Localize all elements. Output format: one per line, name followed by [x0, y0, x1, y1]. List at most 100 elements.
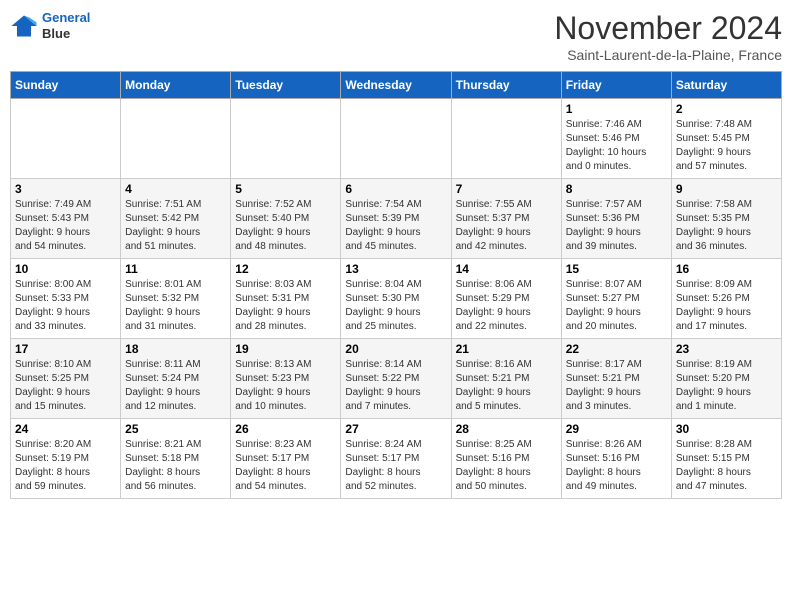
day-info: Sunrise: 8:01 AM Sunset: 5:32 PM Dayligh…	[125, 278, 226, 334]
calendar-day-cell: 19 Sunrise: 8:13 AM Sunset: 5:23 PM Dayli…	[231, 339, 341, 419]
day-info: Sunrise: 8:25 AM Sunset: 5:16 PM Dayligh…	[456, 438, 557, 494]
calendar-day-cell: 2Sunrise: 7:48 AM Sunset: 5:45 PM Daylig…	[671, 99, 781, 179]
calendar-week-row: 10 Sunrise: 8:00 AM Sunset: 5:33 PM Dayli…	[11, 259, 782, 339]
calendar-day-cell: 30 Sunrise: 8:28 AM Sunset: 5:15 PM Dayli…	[671, 419, 781, 499]
day-number: 13	[345, 262, 446, 276]
calendar-day-cell: 1 Sunrise: 7:46 AM Sunset: 5:46 PM Daylig…	[561, 99, 671, 179]
calendar-day-cell: 3 Sunrise: 7:49 AM Sunset: 5:43 PM Daylig…	[11, 179, 121, 259]
calendar-week-row: 17 Sunrise: 8:10 AM Sunset: 5:25 PM Dayli…	[11, 339, 782, 419]
calendar-day-cell: 12Sunrise: 8:03 AM Sunset: 5:31 PM Dayli…	[231, 259, 341, 339]
calendar-week-row: 3 Sunrise: 7:49 AM Sunset: 5:43 PM Daylig…	[11, 179, 782, 259]
day-number: 22	[566, 342, 667, 356]
day-info: Sunrise: 8:26 AM Sunset: 5:16 PM Dayligh…	[566, 438, 667, 494]
calendar-table: SundayMondayTuesdayWednesdayThursdayFrid…	[10, 71, 782, 499]
calendar-week-row: 24Sunrise: 8:20 AM Sunset: 5:19 PM Dayli…	[11, 419, 782, 499]
day-info: Sunrise: 8:23 AM Sunset: 5:17 PM Dayligh…	[235, 438, 336, 494]
day-number: 30	[676, 422, 777, 436]
day-info: Sunrise: 8:03 AM Sunset: 5:31 PM Dayligh…	[235, 278, 336, 334]
header: General Blue November 2024 Saint-Laurent…	[10, 10, 782, 63]
day-number: 26	[235, 422, 336, 436]
day-number: 6	[345, 182, 446, 196]
day-number: 3	[15, 182, 116, 196]
day-info: Sunrise: 8:16 AM Sunset: 5:21 PM Dayligh…	[456, 358, 557, 414]
day-number: 25	[125, 422, 226, 436]
calendar-day-cell: 28 Sunrise: 8:25 AM Sunset: 5:16 PM Dayli…	[451, 419, 561, 499]
calendar-header-row: SundayMondayTuesdayWednesdayThursdayFrid…	[11, 72, 782, 99]
day-number: 11	[125, 262, 226, 276]
day-info: Sunrise: 7:58 AM Sunset: 5:35 PM Dayligh…	[676, 198, 777, 254]
calendar-day-cell: 10 Sunrise: 8:00 AM Sunset: 5:33 PM Dayli…	[11, 259, 121, 339]
day-number: 27	[345, 422, 446, 436]
calendar-day-cell: 23 Sunrise: 8:19 AM Sunset: 5:20 PM Dayli…	[671, 339, 781, 419]
day-number: 28	[456, 422, 557, 436]
calendar-day-cell: 26 Sunrise: 8:23 AM Sunset: 5:17 PM Dayli…	[231, 419, 341, 499]
logo-text-blue: Blue	[42, 26, 70, 41]
location-subtitle: Saint-Laurent-de-la-Plaine, France	[554, 47, 782, 63]
calendar-day-cell: 29 Sunrise: 8:26 AM Sunset: 5:16 PM Dayli…	[561, 419, 671, 499]
calendar-day-cell: 11 Sunrise: 8:01 AM Sunset: 5:32 PM Dayli…	[121, 259, 231, 339]
day-number: 24	[15, 422, 116, 436]
calendar-day-cell: 7Sunrise: 7:55 AM Sunset: 5:37 PM Daylig…	[451, 179, 561, 259]
day-number: 23	[676, 342, 777, 356]
day-info: Sunrise: 8:00 AM Sunset: 5:33 PM Dayligh…	[15, 278, 116, 334]
day-info: Sunrise: 8:24 AM Sunset: 5:17 PM Dayligh…	[345, 438, 446, 494]
day-number: 4	[125, 182, 226, 196]
day-info: Sunrise: 7:51 AM Sunset: 5:42 PM Dayligh…	[125, 198, 226, 254]
calendar-day-cell	[451, 99, 561, 179]
calendar-day-cell: 9 Sunrise: 7:58 AM Sunset: 5:35 PM Daylig…	[671, 179, 781, 259]
calendar-day-cell: 24Sunrise: 8:20 AM Sunset: 5:19 PM Dayli…	[11, 419, 121, 499]
day-info: Sunrise: 8:21 AM Sunset: 5:18 PM Dayligh…	[125, 438, 226, 494]
day-info: Sunrise: 8:10 AM Sunset: 5:25 PM Dayligh…	[15, 358, 116, 414]
day-number: 10	[15, 262, 116, 276]
day-number: 5	[235, 182, 336, 196]
logo: General Blue	[10, 10, 90, 41]
calendar-day-cell: 27 Sunrise: 8:24 AM Sunset: 5:17 PM Dayli…	[341, 419, 451, 499]
day-info: Sunrise: 8:19 AM Sunset: 5:20 PM Dayligh…	[676, 358, 777, 414]
day-number: 20	[345, 342, 446, 356]
day-number: 17	[15, 342, 116, 356]
day-info: Sunrise: 8:11 AM Sunset: 5:24 PM Dayligh…	[125, 358, 226, 414]
calendar-day-cell: 22Sunrise: 8:17 AM Sunset: 5:21 PM Dayli…	[561, 339, 671, 419]
logo-text-general: General	[42, 10, 90, 25]
day-info: Sunrise: 7:46 AM Sunset: 5:46 PM Dayligh…	[566, 118, 667, 174]
day-header-friday: Friday	[561, 72, 671, 99]
day-number: 9	[676, 182, 777, 196]
calendar-day-cell: 20 Sunrise: 8:14 AM Sunset: 5:22 PM Dayli…	[341, 339, 451, 419]
day-info: Sunrise: 8:28 AM Sunset: 5:15 PM Dayligh…	[676, 438, 777, 494]
day-info: Sunrise: 7:52 AM Sunset: 5:40 PM Dayligh…	[235, 198, 336, 254]
calendar-day-cell	[11, 99, 121, 179]
day-info: Sunrise: 8:09 AM Sunset: 5:26 PM Dayligh…	[676, 278, 777, 334]
day-header-thursday: Thursday	[451, 72, 561, 99]
day-header-sunday: Sunday	[11, 72, 121, 99]
calendar-day-cell: 4 Sunrise: 7:51 AM Sunset: 5:42 PM Daylig…	[121, 179, 231, 259]
day-info: Sunrise: 8:13 AM Sunset: 5:23 PM Dayligh…	[235, 358, 336, 414]
title-area: November 2024 Saint-Laurent-de-la-Plaine…	[554, 10, 782, 63]
day-number: 14	[456, 262, 557, 276]
day-info: Sunrise: 7:48 AM Sunset: 5:45 PM Dayligh…	[676, 118, 777, 174]
day-number: 15	[566, 262, 667, 276]
day-header-monday: Monday	[121, 72, 231, 99]
day-info: Sunrise: 7:55 AM Sunset: 5:37 PM Dayligh…	[456, 198, 557, 254]
day-number: 16	[676, 262, 777, 276]
calendar-day-cell: 6 Sunrise: 7:54 AM Sunset: 5:39 PM Daylig…	[341, 179, 451, 259]
calendar-day-cell: 14Sunrise: 8:06 AM Sunset: 5:29 PM Dayli…	[451, 259, 561, 339]
logo-icon	[10, 12, 38, 40]
day-header-saturday: Saturday	[671, 72, 781, 99]
calendar-day-cell: 15 Sunrise: 8:07 AM Sunset: 5:27 PM Dayli…	[561, 259, 671, 339]
day-header-wednesday: Wednesday	[341, 72, 451, 99]
day-number: 19	[235, 342, 336, 356]
day-number: 8	[566, 182, 667, 196]
day-number: 21	[456, 342, 557, 356]
day-number: 18	[125, 342, 226, 356]
day-info: Sunrise: 8:07 AM Sunset: 5:27 PM Dayligh…	[566, 278, 667, 334]
day-info: Sunrise: 7:54 AM Sunset: 5:39 PM Dayligh…	[345, 198, 446, 254]
day-info: Sunrise: 8:14 AM Sunset: 5:22 PM Dayligh…	[345, 358, 446, 414]
calendar-day-cell	[341, 99, 451, 179]
day-header-tuesday: Tuesday	[231, 72, 341, 99]
day-info: Sunrise: 7:49 AM Sunset: 5:43 PM Dayligh…	[15, 198, 116, 254]
month-title: November 2024	[554, 10, 782, 47]
calendar-day-cell	[121, 99, 231, 179]
day-number: 1	[566, 102, 667, 116]
day-number: 29	[566, 422, 667, 436]
calendar-day-cell: 21 Sunrise: 8:16 AM Sunset: 5:21 PM Dayli…	[451, 339, 561, 419]
